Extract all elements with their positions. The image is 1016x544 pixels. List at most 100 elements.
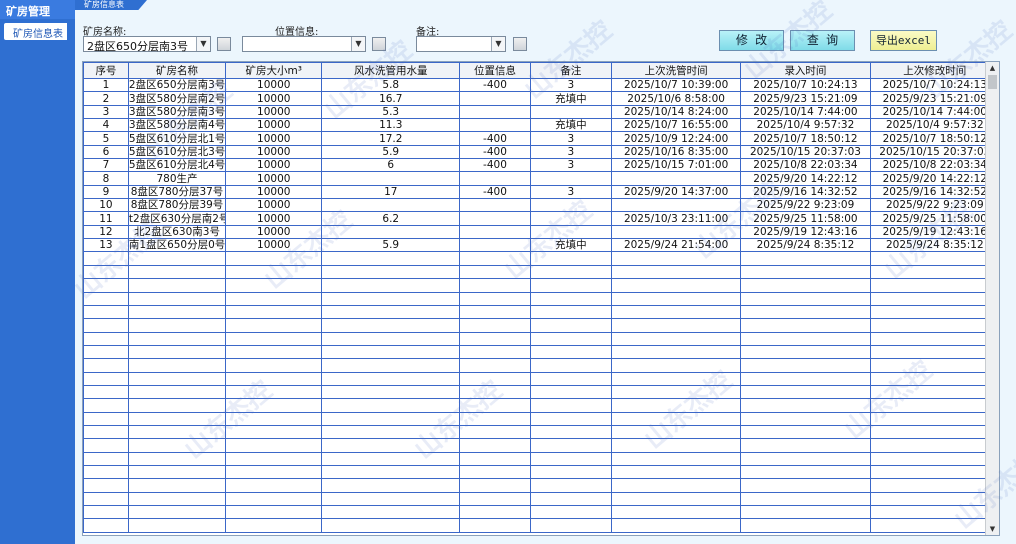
table-cell[interactable]: 2025/9/19 12:43:16: [869, 224, 999, 240]
table-row[interactable]: 13 南1盘区650分层0号 10000 5.9 充填中 2025/9/24 21:54:…: [83, 238, 999, 253]
table-row-empty[interactable]: [83, 398, 999, 413]
table-cell[interactable]: 2025/10/7 10:39:00: [610, 77, 742, 93]
table-cell[interactable]: -400: [459, 184, 531, 200]
table-cell[interactable]: [610, 491, 742, 507]
table-cell[interactable]: 2025/10/7 10:24:13: [869, 77, 999, 93]
table-cell[interactable]: [321, 371, 461, 386]
table-cell[interactable]: [869, 411, 999, 426]
table-cell[interactable]: [529, 251, 612, 266]
table-cell[interactable]: 10000: [225, 171, 323, 186]
table-cell[interactable]: [869, 398, 999, 413]
table-cell[interactable]: [869, 318, 999, 333]
table-cell[interactable]: [83, 278, 129, 293]
table-cell[interactable]: [321, 504, 461, 520]
table-cell[interactable]: [321, 278, 461, 293]
table-cell[interactable]: [83, 251, 129, 266]
table-cell[interactable]: [83, 424, 129, 440]
table-cell[interactable]: 充填中: [529, 118, 612, 133]
table-row-empty[interactable]: [83, 491, 999, 507]
table-cell[interactable]: [610, 478, 742, 493]
table-cell[interactable]: [459, 491, 531, 507]
table-cell[interactable]: [610, 171, 742, 186]
table-cell[interactable]: 5盘区610分层北1号: [127, 131, 227, 146]
table-cell[interactable]: [869, 344, 999, 360]
table-cell[interactable]: [459, 518, 531, 533]
table-cell[interactable]: [740, 278, 871, 293]
table-cell[interactable]: 3盘区580分层南4号: [127, 118, 227, 133]
table-row[interactable]: 10 8盘区780分层39号 10000 2025/9/22 9:23:09 2025/…: [83, 198, 999, 213]
table-cell[interactable]: [83, 438, 129, 453]
table-cell[interactable]: [321, 424, 461, 440]
table-row-empty[interactable]: [83, 318, 999, 333]
table-cell[interactable]: [83, 504, 129, 520]
table-row[interactable]: 11 t2盘区630分层南2号 10000 6.2 2025/10/3 23:11:00…: [83, 211, 999, 226]
table-cell[interactable]: [869, 451, 999, 466]
table-cell[interactable]: [740, 318, 871, 333]
table-cell[interactable]: 充填中: [529, 238, 612, 253]
table-cell[interactable]: 2025/9/25 11:58:00: [740, 211, 871, 226]
table-cell[interactable]: [321, 411, 461, 426]
table-cell[interactable]: 2025/9/16 14:32:52: [740, 184, 871, 200]
table-cell[interactable]: [529, 451, 612, 466]
table-cell[interactable]: 10000: [225, 91, 323, 106]
table-cell[interactable]: [321, 224, 461, 240]
table-cell[interactable]: [529, 411, 612, 426]
table-cell[interactable]: [740, 251, 871, 266]
table-cell[interactable]: [459, 318, 531, 333]
room-name-select[interactable]: 2盘区650分层南3号 ▼: [83, 36, 211, 53]
table-cell[interactable]: 2025/9/23 15:21:09: [740, 91, 871, 106]
table-cell[interactable]: [83, 464, 129, 480]
table-cell[interactable]: [740, 424, 871, 440]
table-row-empty[interactable]: [83, 504, 999, 520]
table-cell[interactable]: [529, 371, 612, 386]
table-cell[interactable]: [459, 344, 531, 360]
table-cell[interactable]: 780生产: [127, 171, 227, 186]
table-cell[interactable]: 10000: [225, 184, 323, 200]
table-cell[interactable]: [610, 451, 742, 466]
table-cell[interactable]: [127, 411, 227, 426]
table-cell[interactable]: [610, 384, 742, 400]
table-cell[interactable]: [529, 424, 612, 440]
location-select[interactable]: ▼: [242, 36, 366, 52]
table-cell[interactable]: [459, 91, 531, 106]
table-row[interactable]: 3 3盘区580分层南3号 10000 5.3 2025/10/14 8:24:00 20…: [83, 104, 999, 120]
table-cell[interactable]: 6: [321, 158, 461, 173]
table-cell[interactable]: 2025/10/14 8:24:00: [610, 104, 742, 120]
table-row[interactable]: 7 5盘区610分层北4号 10000 6 -400 3 2025/10/15 7:01:0…: [83, 158, 999, 173]
table-cell[interactable]: [321, 344, 461, 360]
table-cell[interactable]: 5盘区610分层北3号: [127, 144, 227, 160]
col-header-remark[interactable]: 备注: [529, 62, 612, 79]
table-cell[interactable]: [740, 291, 871, 306]
table-cell[interactable]: 2: [83, 91, 129, 106]
table-row[interactable]: 4 3盘区580分层南4号 10000 11.3 充填中 2025/10/7 16:55:…: [83, 118, 999, 133]
table-cell[interactable]: [321, 491, 461, 507]
remark-checkbox[interactable]: [513, 37, 527, 51]
table-cell[interactable]: 南1盘区650分层0号: [127, 238, 227, 253]
table-cell[interactable]: [83, 451, 129, 466]
table-cell[interactable]: 2025/10/7 18:50:12: [740, 131, 871, 146]
table-cell[interactable]: 5.8: [321, 77, 461, 93]
table-cell[interactable]: [740, 504, 871, 520]
table-cell[interactable]: 2025/9/24 21:54:00: [610, 238, 742, 253]
table-cell[interactable]: 8: [83, 171, 129, 186]
table-cell[interactable]: [127, 504, 227, 520]
table-cell[interactable]: [610, 411, 742, 426]
table-cell[interactable]: 3: [529, 158, 612, 173]
table-cell[interactable]: 充填中: [529, 91, 612, 106]
table-cell[interactable]: 3: [529, 144, 612, 160]
table-cell[interactable]: [225, 464, 323, 480]
table-row-empty[interactable]: [83, 478, 999, 493]
table-cell[interactable]: 2025/9/16 14:32:52: [869, 184, 999, 200]
table-row[interactable]: 9 8盘区780分层37号 10000 17 -400 3 2025/9/20 14:37:…: [83, 184, 999, 200]
table-cell[interactable]: [83, 344, 129, 360]
table-cell[interactable]: [127, 264, 227, 280]
table-cell[interactable]: 3: [529, 184, 612, 200]
table-cell[interactable]: [83, 264, 129, 280]
tab-room-info[interactable]: 矿房信息表: [75, 0, 147, 10]
table-cell[interactable]: 2盘区650分层南3号: [127, 77, 227, 93]
table-cell[interactable]: [740, 491, 871, 507]
table-cell[interactable]: 2025/9/19 12:43:16: [740, 224, 871, 240]
table-cell[interactable]: [127, 358, 227, 373]
table-cell[interactable]: [83, 304, 129, 320]
table-cell[interactable]: [529, 104, 612, 120]
